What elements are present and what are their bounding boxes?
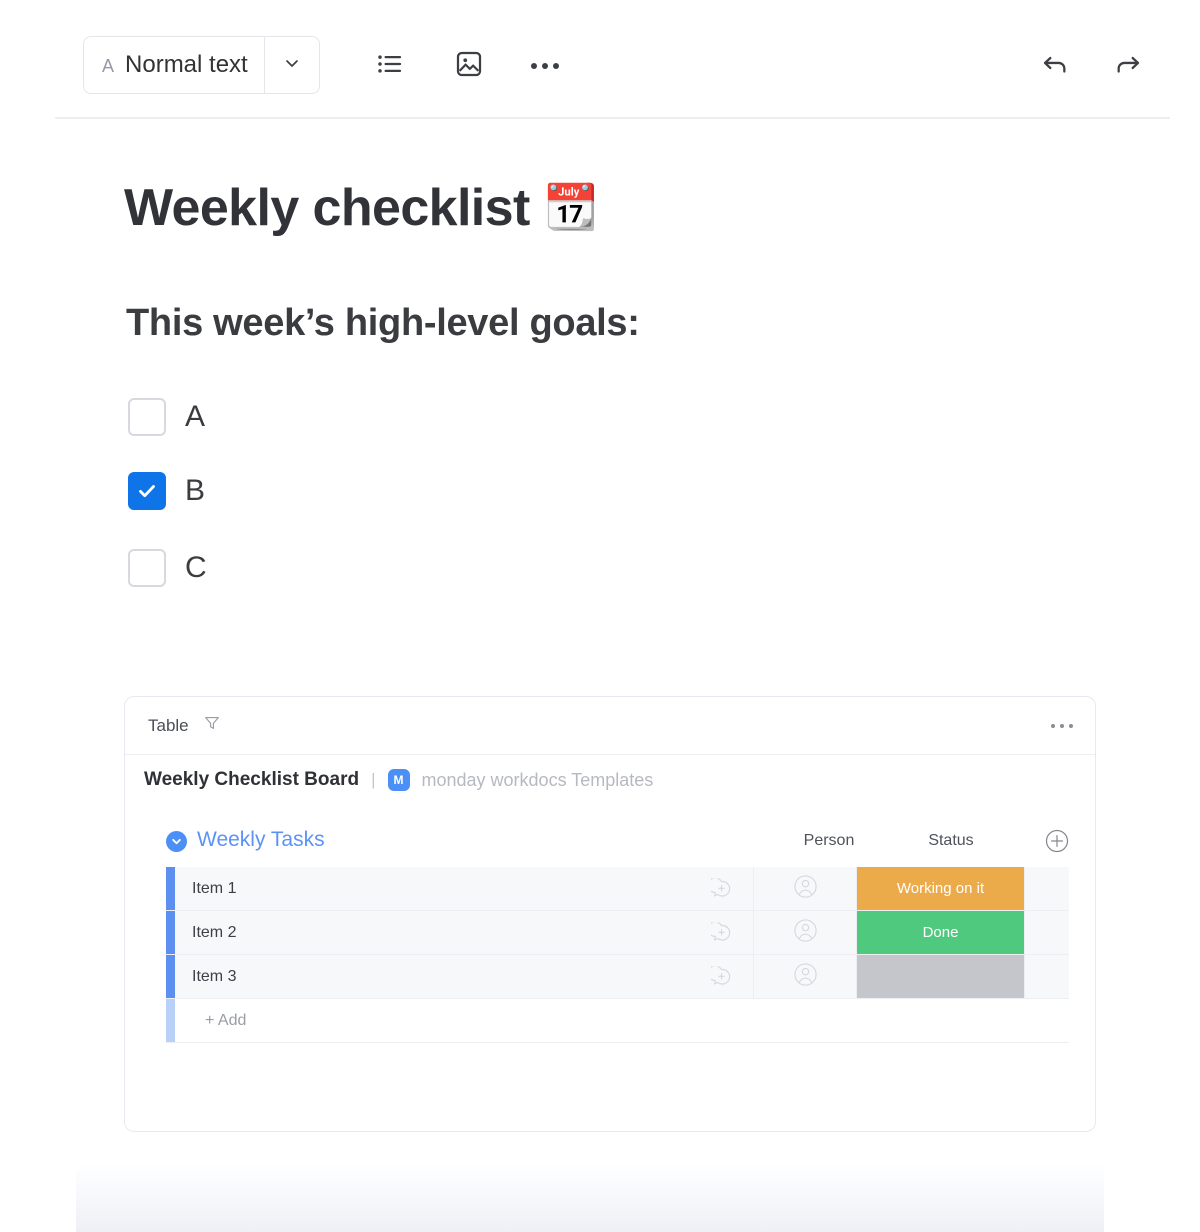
page-title[interactable]: Weekly checklist 📆 [124,178,598,238]
font-style-a-icon: A [102,56,115,76]
document-body: Weekly checklist 📆 This week’s high-leve… [0,118,1200,1232]
embedded-board-widget: Table Weekly Checklist Board | M monday … [124,696,1096,1132]
bulleted-list-icon [375,49,405,84]
row-tail-cell [1024,867,1069,910]
person-cell[interactable] [754,955,857,998]
person-cell[interactable] [754,911,857,954]
redo-button[interactable] [1106,44,1150,88]
checkbox-a[interactable] [128,398,166,436]
redo-arrow-icon [1112,48,1144,85]
bulleted-list-button[interactable] [368,44,412,88]
page-title-text: Weekly checklist [124,179,530,237]
bottom-fade-overlay [76,1164,1104,1232]
chevron-down-icon [282,53,302,78]
row-color-bar [166,955,175,998]
section-subheading[interactable]: This week’s high-level goals: [126,302,640,345]
widget-menu-button[interactable] [1051,697,1073,754]
row-name-cell[interactable]: Item 3 [175,955,754,998]
row-name-cell[interactable]: Item 1 [175,867,754,910]
checklist-item-label: A [185,400,206,433]
checkbox-c[interactable] [128,549,166,587]
text-style-select-main[interactable]: A Normal text [84,37,264,93]
add-comment-icon[interactable] [711,922,732,943]
add-comment-icon[interactable] [711,966,732,987]
column-header-status[interactable]: Status [901,832,1001,850]
workspace-name[interactable]: monday workdocs Templates [422,770,654,791]
board-rows: Item 1 Working on it Item 2 Done Item 3 … [166,867,1069,1043]
add-row-label: + Add [205,1011,247,1029]
row-tail-cell [1024,911,1069,954]
checklist-item[interactable]: B [128,472,205,510]
text-style-select[interactable]: A Normal text [83,36,320,94]
person-placeholder-icon [792,917,819,949]
checklist-item[interactable]: C [128,549,207,587]
table-row[interactable]: Item 3 [166,955,1069,999]
image-icon [454,49,484,84]
board-group-title[interactable]: Weekly Tasks [197,828,325,852]
row-color-bar [166,911,175,954]
row-name-text: Item 3 [192,967,237,985]
plus-circle-icon [1045,829,1069,853]
person-cell[interactable] [754,867,857,910]
widget-view-label: Table [148,715,189,735]
filter-funnel-icon[interactable] [203,714,221,737]
workspace-avatar: M [387,769,410,791]
row-color-bar [166,867,175,910]
undo-button[interactable] [1033,44,1077,88]
row-name-text: Item 2 [192,923,237,941]
ellipsis-icon [531,63,559,69]
status-cell[interactable]: Done [857,911,1024,954]
undo-arrow-icon [1039,48,1071,85]
editor-toolbar: A Normal text [0,0,1200,119]
chevron-down-circle-icon[interactable] [166,831,187,852]
row-name-cell[interactable]: Item 2 [175,911,754,954]
widget-header: Table [125,697,1095,755]
meta-separator: | [371,770,376,789]
status-cell[interactable]: Working on it [857,867,1024,910]
text-style-dropdown-button[interactable] [263,37,319,93]
row-color-bar [166,999,175,1042]
row-name-text: Item 1 [192,879,237,897]
row-tail-cell [1024,955,1069,998]
person-placeholder-icon [792,961,819,993]
add-row-button[interactable]: + Add [166,999,1069,1043]
table-row[interactable]: Item 1 Working on it [166,867,1069,911]
more-options-button[interactable] [523,44,567,88]
column-header-person[interactable]: Person [779,832,879,850]
calendar-emoji-icon: 📆 [543,183,599,232]
status-cell[interactable] [857,955,1024,998]
checklist-item[interactable]: A [128,398,205,436]
board-name[interactable]: Weekly Checklist Board [144,769,359,791]
text-style-value: Normal text [125,51,248,78]
ellipsis-icon [1051,723,1073,728]
insert-image-button[interactable] [447,44,491,88]
checklist-item-label: B [185,474,206,507]
widget-header-left: Table [148,697,221,754]
checklist-item-label: C [185,551,207,584]
person-placeholder-icon [792,873,819,905]
add-comment-icon[interactable] [711,878,732,899]
checkmark-icon [139,485,155,498]
table-row[interactable]: Item 2 Done [166,911,1069,955]
checkbox-b[interactable] [128,472,166,510]
add-column-button[interactable] [1044,828,1070,854]
board-meta: Weekly Checklist Board | M monday workdo… [144,769,653,791]
board-group-header: Weekly Tasks Person Status [141,825,1081,859]
